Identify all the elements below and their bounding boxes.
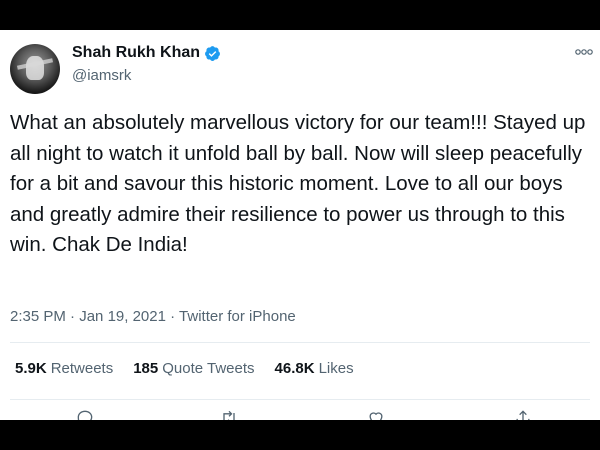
- author-name-row: Shah Rukh Khan: [72, 44, 221, 62]
- avatar[interactable]: [10, 44, 60, 94]
- tweet-text: What an absolutely marvellous victory fo…: [10, 111, 586, 256]
- retweets-stat[interactable]: 5.9K Retweets: [15, 360, 113, 377]
- more-options-icon[interactable]: [575, 46, 593, 58]
- tweet-time[interactable]: 2:35 PM: [10, 308, 66, 325]
- share-icon[interactable]: [513, 408, 533, 420]
- tweet-meta: 2:35 PM · Jan 19, 2021 · Twitter for iPh…: [10, 308, 296, 325]
- retweet-icon[interactable]: [219, 408, 239, 420]
- tweet-stats: 5.9K Retweets 185 Quote Tweets 46.8K Likes: [15, 360, 354, 377]
- letterbox-bottom: [0, 420, 600, 450]
- likes-label: Likes: [318, 360, 354, 377]
- divider: [10, 399, 590, 400]
- verified-badge-icon: [205, 45, 220, 61]
- meta-separator-2: ·: [165, 308, 180, 325]
- tweet-card: Shah Rukh Khan @iamsrk What an absolutel…: [0, 30, 600, 420]
- likes-stat[interactable]: 46.8K Likes: [275, 360, 354, 377]
- likes-count: 46.8K: [274, 360, 315, 377]
- tweet-source[interactable]: Twitter for iPhone: [179, 308, 296, 325]
- author-handle[interactable]: @iamsrk: [72, 67, 131, 84]
- quote-tweets-stat[interactable]: 185 Quote Tweets: [133, 360, 254, 377]
- reply-icon[interactable]: [75, 408, 95, 420]
- tweet-date[interactable]: Jan 19, 2021: [79, 308, 166, 325]
- divider: [10, 342, 590, 343]
- quote-tweets-count: 185: [133, 360, 159, 377]
- retweets-count: 5.9K: [15, 360, 47, 377]
- like-icon[interactable]: [366, 408, 386, 420]
- quote-tweets-label: Quote Tweets: [162, 360, 255, 377]
- author-display-name[interactable]: Shah Rukh Khan: [72, 44, 200, 62]
- retweets-label: Retweets: [50, 360, 114, 377]
- meta-separator: ·: [65, 308, 80, 325]
- letterbox-top: [0, 0, 600, 30]
